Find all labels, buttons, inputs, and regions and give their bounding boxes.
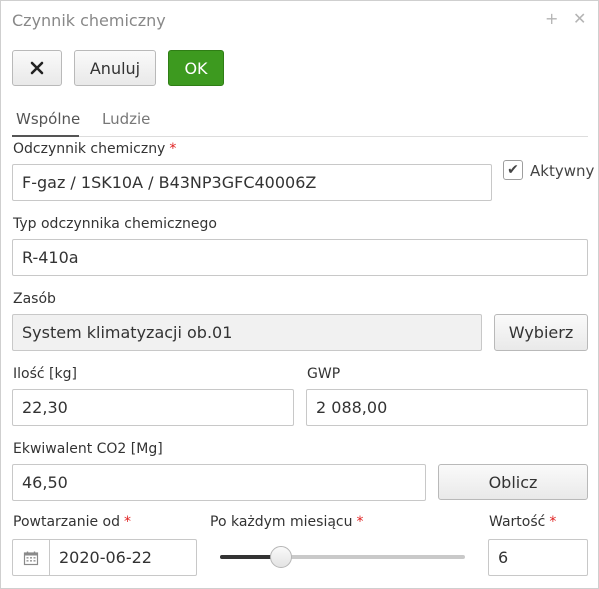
resource-label: Zasób <box>13 291 56 307</box>
active-label: Aktywny <box>530 162 595 180</box>
quantity-label: Ilość [kg] <box>13 366 77 382</box>
co2-field[interactable]: 46,50 <box>12 464 426 501</box>
tab-common[interactable]: Wspólne <box>16 110 80 128</box>
every-month-slider[interactable] <box>220 546 465 568</box>
x-icon <box>30 61 44 75</box>
gwp-field[interactable]: 2 088,00 <box>306 389 588 426</box>
value-label: Wartość * <box>489 514 557 530</box>
gwp-label: GWP <box>307 366 341 382</box>
required-marker: * <box>356 514 364 530</box>
dialog: Czynnik chemiczny + ✕ Anuluj OK Wspólne … <box>0 0 599 589</box>
repeat-from-value: 2020-06-22 <box>59 548 152 567</box>
repeat-from-date-field[interactable]: 2020-06-22 <box>12 539 197 576</box>
ok-button[interactable]: OK <box>168 50 224 86</box>
calendar-button[interactable] <box>13 540 50 575</box>
cancel-button[interactable]: Anuluj <box>74 50 156 86</box>
active-checkbox[interactable]: ✔ <box>503 160 523 180</box>
maximize-plus-icon[interactable]: + <box>545 10 558 28</box>
close-button[interactable] <box>12 50 62 86</box>
dialog-title: Czynnik chemiczny <box>12 11 166 30</box>
slider-thumb[interactable] <box>270 546 292 568</box>
required-marker: * <box>169 141 177 157</box>
checkmark-icon: ✔ <box>507 162 519 178</box>
required-marker: * <box>549 514 557 530</box>
tab-active-underline <box>12 135 79 137</box>
quantity-field[interactable]: 22,30 <box>12 389 294 426</box>
close-icon[interactable]: ✕ <box>573 10 586 28</box>
choose-button[interactable]: Wybierz <box>494 314 588 351</box>
calendar-icon <box>23 551 39 565</box>
co2-label: Ekwiwalent CO2 [Mg] <box>13 441 163 457</box>
calculate-button[interactable]: Oblicz <box>438 464 588 500</box>
agent-label: Odczynnik chemiczny * <box>13 141 177 157</box>
every-month-label: Po każdym miesiącu * <box>210 514 364 530</box>
repeat-from-label: Powtarzanie od * <box>13 514 131 530</box>
agent-type-label: Typ odczynnika chemicznego <box>13 216 217 232</box>
value-field[interactable]: 6 <box>488 539 588 576</box>
agent-field[interactable]: F-gaz / 1SK10A / B43NP3GFC40006Z <box>12 164 492 201</box>
agent-type-field[interactable]: R-410a <box>12 239 588 276</box>
resource-field: System klimatyzacji ob.01 <box>12 314 482 351</box>
tab-divider <box>12 136 588 137</box>
titlebar: Czynnik chemiczny + ✕ <box>1 1 598 41</box>
tab-people[interactable]: Ludzie <box>102 110 150 128</box>
required-marker: * <box>124 514 131 530</box>
